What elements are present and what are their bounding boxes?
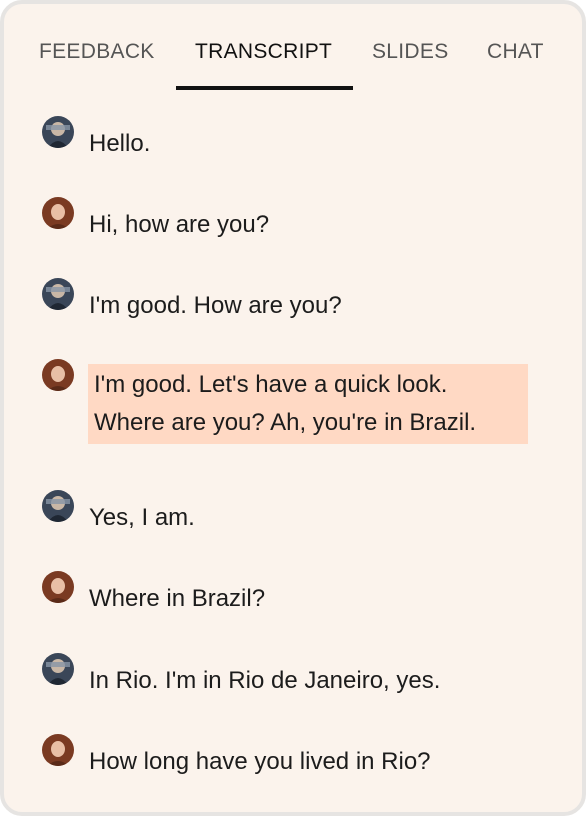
avatar-man-icon bbox=[42, 278, 74, 310]
tab-transcript[interactable]: TRANSCRIPT bbox=[195, 40, 332, 64]
transcript-text: Hi, how are you? bbox=[89, 211, 270, 238]
transcript-text: Where in Brazil? bbox=[89, 585, 266, 612]
avatar-man-icon bbox=[42, 116, 74, 148]
avatar-woman-icon bbox=[42, 571, 74, 603]
tab-slides[interactable]: SLIDES bbox=[372, 40, 449, 64]
avatar-woman-icon bbox=[42, 734, 74, 766]
transcript-text: Yes, I am. bbox=[89, 504, 195, 531]
avatar-woman-icon bbox=[42, 359, 74, 391]
transcript-text: In Rio. I'm in Rio de Janeiro, yes. bbox=[89, 667, 441, 694]
tab-chat[interactable]: CHAT bbox=[487, 40, 544, 64]
avatar-man-icon bbox=[42, 653, 74, 685]
transcript-text: How long have you lived in Rio? bbox=[89, 748, 431, 775]
transcript-text: I'm good. How are you? bbox=[89, 292, 342, 319]
tab-bar: FEEDBACK TRANSCRIPT SLIDES CHAT bbox=[4, 4, 582, 94]
transcript-text: Hello. bbox=[89, 130, 151, 157]
active-tab-indicator bbox=[176, 86, 353, 90]
avatar-woman-icon bbox=[42, 197, 74, 229]
avatar-man-icon bbox=[42, 490, 74, 522]
tab-feedback[interactable]: FEEDBACK bbox=[39, 40, 155, 64]
transcript-panel: FEEDBACK TRANSCRIPT SLIDES CHAT Hello. H… bbox=[0, 0, 586, 816]
transcript-text-highlighted: I'm good. Let's have a quick look. Where… bbox=[88, 364, 528, 444]
